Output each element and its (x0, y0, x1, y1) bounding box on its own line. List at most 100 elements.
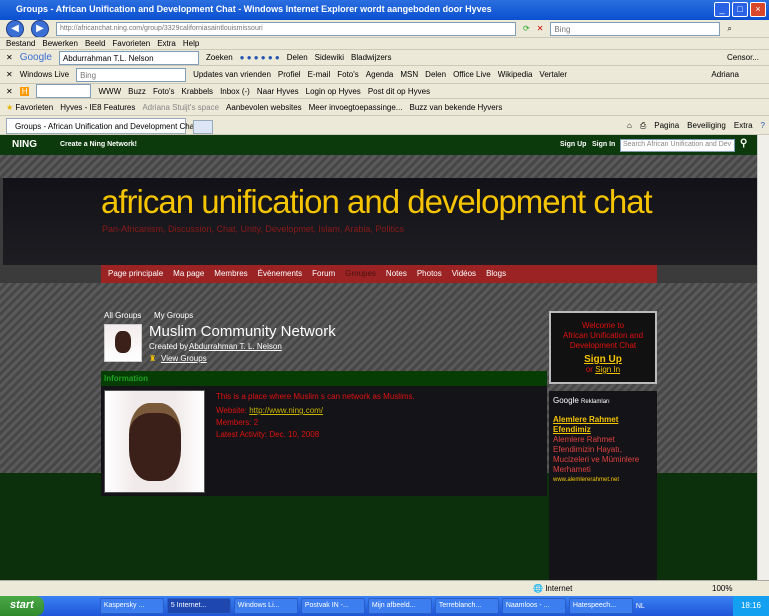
close-toolbar-icon[interactable]: ✕ (6, 53, 13, 62)
favorite-link[interactable]: Aanbevolen websites (226, 103, 302, 112)
google-search-button[interactable]: Zoeken (206, 53, 233, 62)
all-groups-link[interactable]: All Groups (104, 311, 141, 320)
hyves-search-input[interactable] (36, 84, 92, 98)
nav-groups-active[interactable]: Groupes (345, 269, 376, 279)
favorite-link[interactable]: Meer invoegtoepassinge... (309, 103, 403, 112)
nav-notes[interactable]: Notes (386, 269, 407, 279)
forward-icon[interactable]: ▶ (31, 20, 49, 37)
welcome-signin-link[interactable]: Sign In (595, 365, 620, 374)
google-search-input[interactable]: Abdurrahman T.L. Nelson (58, 50, 199, 65)
network-search-input[interactable]: Search African Unification and Dev (620, 139, 735, 152)
taskbar-item[interactable]: Windows Li... (233, 598, 298, 614)
hyves-krabbels[interactable]: Krabbels (181, 87, 213, 96)
ad-url[interactable]: www.alemlererahmet.net (553, 475, 653, 485)
sidewiki-button[interactable]: Sidewiki (315, 53, 344, 62)
menu-help[interactable]: Help (183, 39, 199, 48)
website-link[interactable]: http://www.ning.com/ (249, 406, 323, 415)
refresh-icon[interactable]: ⟳ (523, 24, 530, 33)
bing-search-input[interactable]: Bing (550, 21, 721, 36)
menu-extra[interactable]: Extra (157, 39, 176, 48)
favorite-link[interactable]: Buzz van bekende Hyvers (409, 103, 502, 112)
window-title: Groups - African Unification and Develop… (16, 4, 492, 14)
hyves-naar[interactable]: Naar Hyves (257, 87, 299, 96)
nav-blogs[interactable]: Blogs (486, 269, 506, 279)
ad-body: Alemlere Rahmet Efendimizin Hayatı, Muci… (553, 435, 640, 474)
favorite-link[interactable]: Adriana Stuijt's space (142, 103, 219, 112)
language-indicator[interactable]: NL (636, 603, 645, 610)
live-email[interactable]: E-mail (308, 70, 331, 79)
live-updates[interactable]: Updates van vrienden (193, 70, 271, 79)
menu-bestand[interactable]: Bestand (6, 39, 35, 48)
hyves-login[interactable]: Login op Hyves (306, 87, 361, 96)
close-toolbar-icon[interactable]: ✕ (6, 70, 13, 79)
search-icon[interactable]: ⌕ (727, 24, 731, 34)
creator-link[interactable]: Abdurrahman T. L. Nelson (189, 342, 282, 351)
taskbar-item[interactable]: Naamloos - ... (501, 598, 566, 614)
nav-home[interactable]: Page principale (108, 269, 163, 279)
hyves-inbox[interactable]: Inbox (-) (220, 87, 250, 96)
taskbar-item[interactable]: 5 Internet... (166, 598, 231, 614)
taskbar-item[interactable]: Mijn afbeeld... (367, 598, 432, 614)
nav-my-page[interactable]: Ma page (173, 269, 204, 279)
nav-videos[interactable]: Vidéos (452, 269, 476, 279)
minimize-button[interactable]: _ (714, 2, 730, 17)
live-fotos[interactable]: Foto's (337, 70, 359, 79)
stop-icon[interactable]: ✕ (537, 24, 544, 33)
live-agenda[interactable]: Agenda (366, 70, 394, 79)
office-live-link[interactable]: Office Live (453, 70, 491, 79)
view-groups-link[interactable]: View Groups (161, 354, 207, 363)
address-input[interactable]: http://africanchat.ning.com/group/3329ca… (56, 21, 516, 36)
hyves-www[interactable]: WWW (98, 87, 121, 96)
user-menu[interactable]: Adriana (711, 70, 739, 79)
live-search-input[interactable]: Bing (76, 67, 187, 82)
hyves-buzz[interactable]: Buzz (128, 87, 146, 96)
taskbar-item[interactable]: Kaspersky ... (99, 598, 164, 614)
security-menu[interactable]: Beveiliging (687, 121, 726, 131)
nav-events[interactable]: Évènements (258, 269, 302, 279)
nav-members[interactable]: Membres (214, 269, 247, 279)
create-network-link[interactable]: Create a Ning Network! (60, 141, 137, 148)
ning-signin-link[interactable]: Sign In (592, 141, 615, 148)
ning-signup-link[interactable]: Sign Up (560, 141, 586, 148)
home-icon[interactable]: ⌂ (627, 121, 632, 131)
new-tab-button[interactable] (193, 120, 213, 134)
menu-favorieten[interactable]: Favorieten (112, 39, 150, 48)
nav-forum[interactable]: Forum (312, 269, 335, 279)
hyves-fotos[interactable]: Foto's (153, 87, 175, 96)
menu-beeld[interactable]: Beeld (85, 39, 105, 48)
favorites-button[interactable]: ★ Favorieten (6, 103, 53, 112)
search-icon[interactable]: ⚲ (740, 138, 747, 149)
censor-button[interactable]: Censor... (727, 53, 759, 62)
share-button[interactable]: Delen (287, 53, 308, 62)
back-icon[interactable]: ◀ (6, 20, 24, 37)
taskbar-item[interactable]: Postvak IN -... (300, 598, 365, 614)
ning-logo[interactable]: NING (12, 139, 37, 150)
menu-bewerken[interactable]: Bewerken (42, 39, 78, 48)
print-icon[interactable]: ⎙ (640, 121, 646, 131)
vertical-scrollbar[interactable] (757, 135, 769, 580)
close-toolbar-icon[interactable]: ✕ (6, 87, 13, 96)
tab-active[interactable]: Groups - African Unification and Develop… (6, 118, 196, 134)
site-title[interactable]: african unification and development chat (101, 183, 653, 221)
favorite-link[interactable]: Hyves - IE8 Features (60, 103, 135, 112)
maximize-button[interactable]: □ (732, 2, 748, 17)
start-button[interactable]: start (0, 596, 44, 616)
ad-title-link[interactable]: Alemlere Rahmet Efendimiz (553, 415, 653, 435)
live-profiel[interactable]: Profiel (278, 70, 301, 79)
taskbar-item[interactable]: Hatespeech... (568, 598, 633, 614)
bookmarks-button[interactable]: Bladwijzers (351, 53, 391, 62)
welcome-signup-link[interactable]: Sign Up (551, 355, 655, 365)
hyves-post[interactable]: Post dit op Hyves (368, 87, 430, 96)
live-msn[interactable]: MSN (400, 70, 418, 79)
wikipedia-link[interactable]: Wikipedia (498, 70, 533, 79)
nav-photos[interactable]: Photos (417, 269, 442, 279)
translator-link[interactable]: Vertaler (539, 70, 567, 79)
help-icon[interactable]: ? (761, 121, 765, 131)
live-delen[interactable]: Delen (425, 70, 446, 79)
extra-menu[interactable]: Extra (734, 121, 753, 131)
zoom-level[interactable]: 100% (712, 584, 732, 593)
taskbar-item[interactable]: Terreblanch... (434, 598, 499, 614)
close-button[interactable]: × (750, 2, 766, 17)
my-groups-link[interactable]: My Groups (154, 311, 193, 320)
page-menu[interactable]: Pagina (654, 121, 679, 131)
